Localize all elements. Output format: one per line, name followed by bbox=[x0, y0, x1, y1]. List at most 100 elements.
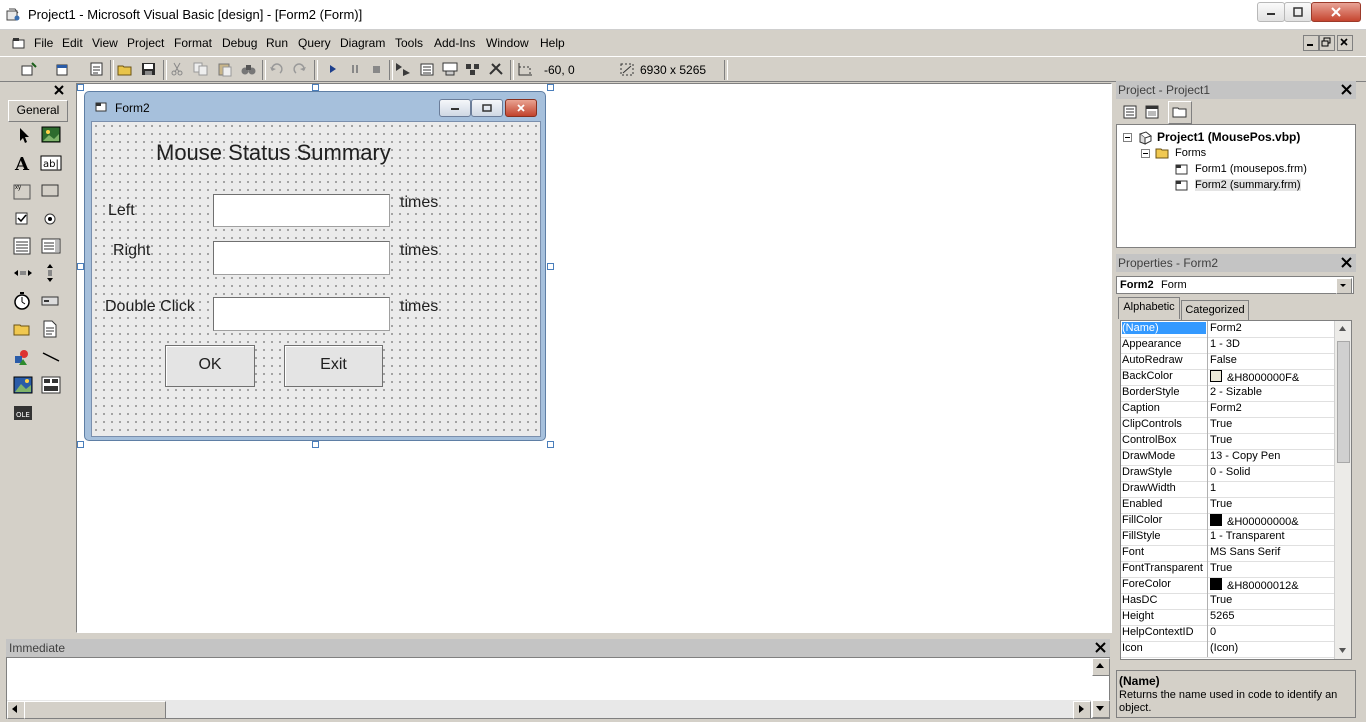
redo-icon[interactable] bbox=[290, 61, 308, 77]
start-icon[interactable] bbox=[324, 61, 342, 77]
property-value[interactable]: 0 bbox=[1210, 626, 1334, 638]
line-icon[interactable] bbox=[40, 347, 62, 367]
commandbutton-icon[interactable] bbox=[40, 181, 62, 201]
property-value[interactable]: MS Sans Serif bbox=[1210, 546, 1334, 558]
selection-handle[interactable] bbox=[77, 263, 84, 270]
scroll-thumb[interactable] bbox=[1337, 341, 1350, 463]
cut-icon[interactable] bbox=[168, 61, 186, 77]
property-value[interactable]: False bbox=[1210, 354, 1334, 366]
forms-folder-node[interactable]: Forms bbox=[1175, 147, 1206, 159]
shape-icon[interactable] bbox=[12, 347, 34, 367]
project-root-node[interactable]: Project1 (MousePos.vbp) bbox=[1157, 130, 1300, 144]
property-row[interactable]: DrawMode 13 - Copy Pen bbox=[1121, 449, 1335, 466]
object-browser-icon[interactable] bbox=[464, 61, 482, 77]
selection-handle[interactable] bbox=[547, 441, 554, 448]
property-value[interactable]: (Icon) bbox=[1210, 642, 1334, 654]
menu-edit[interactable]: Edit bbox=[62, 36, 83, 50]
mdi-restore-button[interactable] bbox=[1319, 35, 1335, 51]
exit-button[interactable]: Exit bbox=[284, 345, 383, 387]
restore-button[interactable] bbox=[1284, 2, 1312, 22]
immediate-window[interactable] bbox=[6, 657, 1110, 719]
property-value[interactable]: 13 - Copy Pen bbox=[1210, 450, 1334, 462]
find-icon[interactable] bbox=[240, 61, 258, 77]
menu-file[interactable]: File bbox=[34, 36, 53, 50]
picturebox-icon[interactable] bbox=[40, 125, 62, 145]
form2-window[interactable]: Form2 Mouse Status Summary Left times Ri… bbox=[84, 91, 546, 441]
toolbox-close-icon[interactable] bbox=[52, 83, 66, 97]
property-row[interactable]: Appearance 1 - 3D bbox=[1121, 337, 1335, 354]
property-value[interactable]: True bbox=[1210, 594, 1334, 606]
selection-handle[interactable] bbox=[77, 84, 84, 91]
form2-node[interactable]: Form2 (summary.frm) bbox=[1195, 179, 1301, 191]
paste-icon[interactable] bbox=[216, 61, 234, 77]
property-row[interactable]: Height 5265 bbox=[1121, 609, 1335, 626]
scroll-left-button[interactable] bbox=[7, 701, 25, 719]
object-selector-dropdown[interactable] bbox=[1336, 278, 1352, 294]
property-value[interactable]: 1 bbox=[1210, 482, 1334, 494]
property-value[interactable]: 5265 bbox=[1210, 610, 1334, 622]
form-layout-icon[interactable] bbox=[441, 61, 459, 77]
project-close-icon[interactable] bbox=[1340, 83, 1353, 96]
selection-handle[interactable] bbox=[312, 441, 319, 448]
menu-window[interactable]: Window bbox=[486, 36, 529, 50]
property-row[interactable]: Caption Form2 bbox=[1121, 401, 1335, 418]
left-count-textbox[interactable] bbox=[213, 194, 390, 227]
property-value[interactable]: &H80000012& bbox=[1210, 578, 1334, 592]
property-value[interactable]: 1 - 3D bbox=[1210, 338, 1334, 350]
property-value[interactable]: 2 - Sizable bbox=[1210, 386, 1334, 398]
properties-scrollbar[interactable] bbox=[1334, 321, 1351, 659]
menu-editor-icon[interactable] bbox=[88, 61, 106, 77]
listbox-icon[interactable] bbox=[40, 236, 62, 256]
mdi-close-button[interactable] bbox=[1337, 35, 1353, 51]
selection-handle[interactable] bbox=[77, 441, 84, 448]
optionbutton-icon[interactable] bbox=[40, 209, 62, 229]
property-row[interactable]: Icon (Icon) bbox=[1121, 641, 1335, 658]
property-value[interactable]: &H8000000F& bbox=[1210, 370, 1334, 384]
property-row[interactable]: DrawWidth 1 bbox=[1121, 481, 1335, 498]
right-count-textbox[interactable] bbox=[213, 241, 390, 275]
property-row[interactable]: Font MS Sans Serif bbox=[1121, 545, 1335, 562]
property-row[interactable]: BackColor &H8000000F& bbox=[1121, 369, 1335, 386]
property-row[interactable]: ControlBox True bbox=[1121, 433, 1335, 450]
end-icon[interactable] bbox=[368, 61, 386, 77]
dirlistbox-icon[interactable] bbox=[12, 319, 34, 339]
add-project-icon[interactable] bbox=[20, 61, 38, 77]
view-object-icon[interactable] bbox=[1144, 104, 1160, 120]
scroll-right-button[interactable] bbox=[1073, 701, 1091, 719]
undo-icon[interactable] bbox=[268, 61, 286, 77]
menu-diagram[interactable]: Diagram bbox=[340, 36, 385, 50]
toolbox-icon[interactable] bbox=[487, 61, 505, 77]
add-form-icon[interactable] bbox=[54, 61, 72, 77]
selection-handle[interactable] bbox=[312, 84, 319, 91]
menu-debug[interactable]: Debug bbox=[222, 36, 257, 50]
property-row[interactable]: BorderStyle 2 - Sizable bbox=[1121, 385, 1335, 402]
collapse-icon[interactable] bbox=[1123, 133, 1132, 142]
property-row[interactable]: FillStyle 1 - Transparent bbox=[1121, 529, 1335, 546]
scroll-up-button[interactable] bbox=[1092, 658, 1110, 676]
drivelistbox-icon[interactable] bbox=[40, 291, 62, 311]
project-explorer-icon[interactable] bbox=[394, 61, 412, 77]
form1-node[interactable]: Form1 (mousepos.frm) bbox=[1195, 163, 1307, 175]
timer-icon[interactable] bbox=[12, 291, 34, 311]
property-value[interactable]: True bbox=[1210, 418, 1334, 430]
scroll-up-icon[interactable] bbox=[1337, 323, 1348, 334]
mdi-minimize-button[interactable] bbox=[1303, 35, 1319, 51]
properties-window-icon[interactable] bbox=[418, 61, 436, 77]
close-button[interactable] bbox=[1311, 2, 1361, 22]
property-row[interactable]: HasDC True bbox=[1121, 593, 1335, 610]
property-row[interactable]: FontTransparent True bbox=[1121, 561, 1335, 578]
property-value[interactable]: 0 - Solid bbox=[1210, 466, 1334, 478]
scroll-down-button[interactable] bbox=[1092, 700, 1110, 718]
combobox-icon[interactable] bbox=[12, 236, 34, 256]
property-value[interactable]: True bbox=[1210, 562, 1334, 574]
property-row[interactable]: Enabled True bbox=[1121, 497, 1335, 514]
property-value[interactable]: Form2 bbox=[1210, 322, 1334, 334]
menu-run[interactable]: Run bbox=[266, 36, 288, 50]
property-row[interactable]: DrawStyle 0 - Solid bbox=[1121, 465, 1335, 482]
view-code-icon[interactable] bbox=[1122, 104, 1138, 120]
hscrollbar-icon[interactable] bbox=[12, 263, 34, 283]
property-value[interactable]: True bbox=[1210, 434, 1334, 446]
immediate-close-icon[interactable] bbox=[1094, 641, 1107, 654]
double-click-count-textbox[interactable] bbox=[213, 297, 390, 331]
selection-handle[interactable] bbox=[547, 263, 554, 270]
